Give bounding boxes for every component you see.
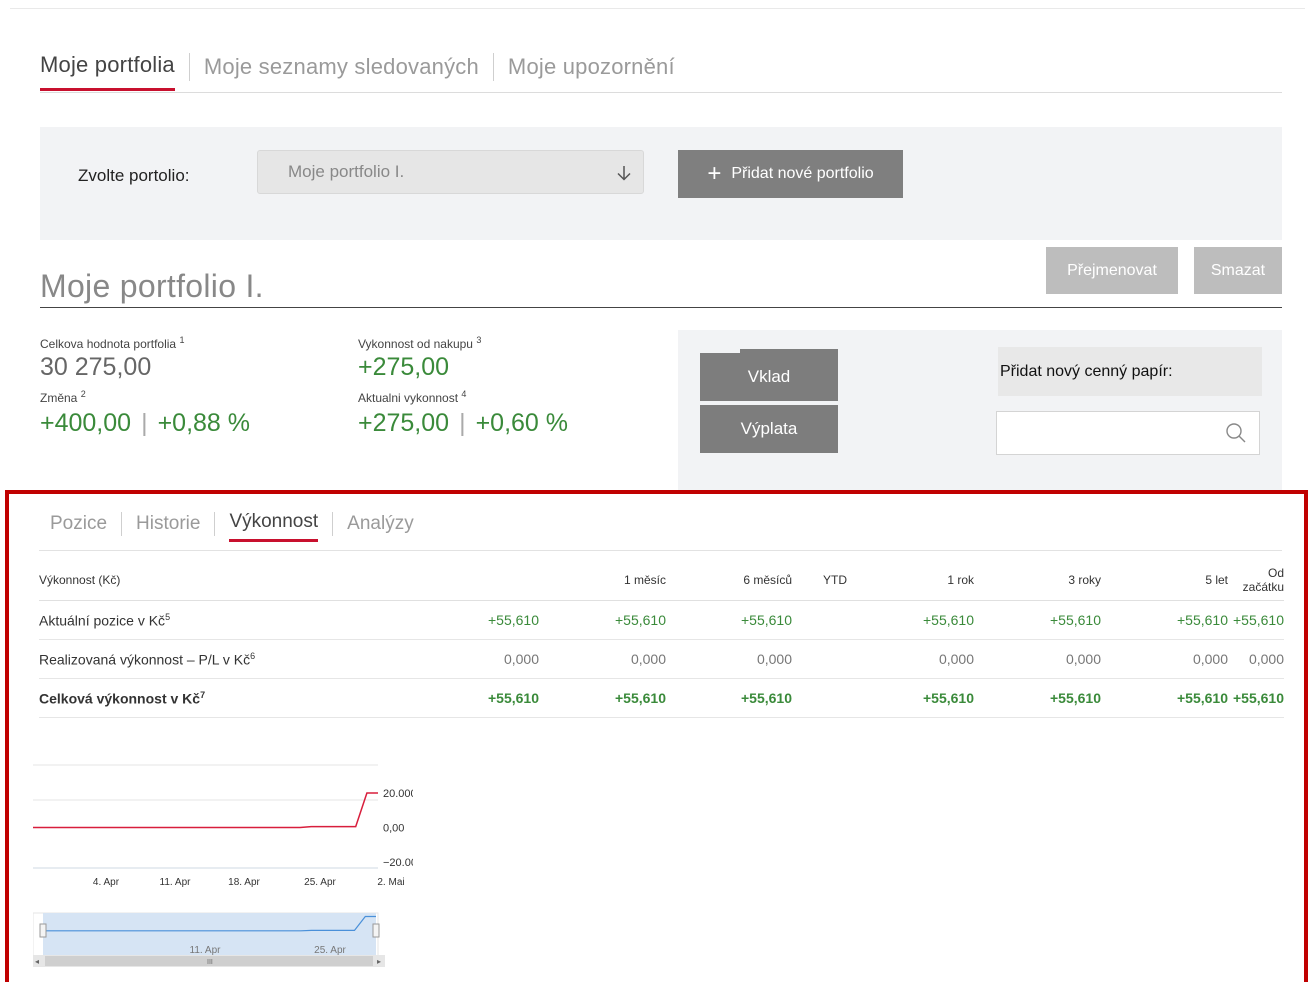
table-cell: 0,000 — [666, 639, 792, 679]
perf-purchase-label: Vykonnost od nakupu 3 — [358, 335, 482, 351]
x-tick-label: 18. Apr — [228, 877, 260, 888]
table-cell: 0,000 — [1101, 639, 1228, 679]
top-tabs: Moje portfolia Moje seznamy sledovaných … — [40, 52, 675, 91]
table-cell: 0,000 — [539, 639, 666, 679]
col-header: 6 měsíců — [666, 560, 792, 601]
deposit-button[interactable]: Vklad — [700, 353, 838, 401]
table-cell: 0,000 — [1228, 639, 1284, 679]
performance-table: Výkonnost (Kč) 1 měsíc 6 měsíců YTD 1 ro… — [39, 560, 1284, 718]
x-tick-label: 11. Apr — [160, 877, 192, 888]
total-value: 30 275,00 — [40, 353, 152, 381]
navigator-tick-label: 11. Apr — [190, 945, 222, 956]
tab-separator — [214, 511, 216, 536]
sub-tabs: Pozice Historie Výkonnost Analýzy — [50, 511, 414, 542]
navigator-handle-left[interactable] — [39, 923, 47, 938]
table-cell: +55,610 — [539, 600, 666, 640]
tab-separator — [121, 511, 123, 536]
col-header: 1 rok — [847, 560, 974, 601]
table-cell: +55,610 — [539, 678, 666, 718]
performance-chart: 20.000,0( 0,00 −20.000,( 4. Apr 11. Apr 18. … — [33, 764, 413, 967]
col-header: 5 let — [1101, 560, 1228, 601]
rename-button[interactable]: Přejmenovat — [1046, 247, 1178, 294]
row-label: Aktuální pozice v Kč5 — [39, 600, 419, 640]
col-header — [419, 560, 539, 601]
x-tick-label: 2. Mai — [377, 877, 404, 888]
change-label: Změna 2 — [40, 389, 86, 405]
portfolio-select[interactable]: Moje portfolio I. — [257, 150, 644, 194]
table-cell: +55,610 — [1101, 678, 1228, 718]
current-perf-label: Aktualni vykonnost 4 — [358, 389, 467, 405]
security-search-input[interactable] — [996, 411, 1260, 455]
series-line — [33, 792, 378, 829]
tab-pozice[interactable]: Pozice — [50, 513, 107, 541]
table-row: Realizovaná výkonnost – P/L v Kč6 0,000 … — [39, 639, 1284, 679]
col-header: 1 měsíc — [539, 560, 666, 601]
tab-moje-portfolia[interactable]: Moje portfolia — [40, 52, 175, 91]
col-header: YTD — [792, 560, 847, 601]
perf-purchase-value: +275,00 — [358, 353, 450, 381]
add-security-label: Přidat nový cenný papír: — [998, 347, 1262, 396]
scroll-grip-icon: III — [207, 959, 213, 966]
table-cell: 0,000 — [419, 639, 539, 679]
tab-moje-upozorneni[interactable]: Moje upozornění — [508, 54, 675, 90]
portfolio-title-underline — [40, 307, 1282, 308]
scroll-right-icon[interactable]: ▸ — [377, 957, 381, 966]
row-label: Realizovaná výkonnost – P/L v Kč6 — [39, 639, 419, 679]
tab-separator — [332, 511, 334, 536]
col-header: Výkonnost (Kč) — [39, 560, 419, 601]
table-cell: +55,610 — [419, 600, 539, 640]
total-value-label: Celkova hodnota portfolia 1 — [40, 335, 185, 351]
y-tick-label: −20.000,( — [383, 857, 413, 869]
table-cell: +55,610 — [974, 600, 1101, 640]
col-header: Od začátku — [1228, 560, 1284, 601]
tab-analyzy[interactable]: Analýzy — [347, 513, 414, 541]
col-header: 3 roky — [974, 560, 1101, 601]
table-cell: +55,610 — [792, 600, 974, 640]
table-cell: +55,610 — [419, 678, 539, 718]
x-axis-labels: 4. Apr 11. Apr 18. Apr 25. Apr 2. Mai — [93, 877, 405, 888]
portfolio-title: Moje portfolio I. — [40, 268, 264, 304]
table-cell: +55,610 — [1228, 678, 1284, 718]
tab-historie[interactable]: Historie — [136, 513, 200, 541]
tab-vykonnost[interactable]: Výkonnost — [229, 511, 319, 542]
y-tick-label: 0,00 — [383, 823, 404, 835]
table-cell: 0,000 — [974, 639, 1101, 679]
portfolio-select-label: Zvolte portolio: — [78, 166, 190, 185]
add-portfolio-label: Přidat nové portfolio — [731, 165, 874, 182]
plus-icon: + — [707, 160, 722, 187]
table-cell: 0,000 — [792, 639, 974, 679]
x-tick-label: 4. Apr — [93, 877, 120, 888]
table-cell: +55,610 — [792, 678, 974, 718]
table-cell: +55,610 — [666, 678, 792, 718]
current-perf-value: +275,00 | +0,60 % — [358, 409, 569, 437]
tab-separator — [492, 52, 494, 81]
table-cell: +55,610 — [1228, 600, 1284, 640]
tab-separator — [188, 52, 190, 81]
navigator-tick-label: 25. Apr — [314, 945, 346, 956]
portfolio-select-panel — [40, 127, 1282, 240]
tab-moje-seznamy[interactable]: Moje seznamy sledovaných — [204, 54, 479, 90]
add-portfolio-button[interactable]: + Přidat nové portfolio — [678, 150, 903, 198]
sub-tabs-underline — [39, 550, 1282, 551]
y-tick-label: 20.000,0( — [383, 788, 413, 800]
y-axis-labels: 20.000,0( 0,00 −20.000,( — [383, 788, 413, 869]
portfolio-select-value: Moje portfolio I. — [288, 162, 405, 181]
navigator-handle-right[interactable] — [372, 923, 380, 938]
table-cell: +55,610 — [974, 678, 1101, 718]
table-row: Aktuální pozice v Kč5 +55,610 +55,610 +5… — [39, 600, 1284, 640]
row-label: Celková výkonnost v Kč7 — [39, 678, 419, 718]
tabs-underline — [40, 92, 1282, 93]
change-value: +400,00 | +0,88 % — [40, 409, 251, 437]
table-cell: +55,610 — [1101, 600, 1228, 640]
table-header-row: Výkonnost (Kč) 1 měsíc 6 měsíců YTD 1 ro… — [39, 560, 1284, 601]
delete-button[interactable]: Smazat — [1194, 247, 1282, 294]
top-divider — [10, 8, 1305, 9]
table-cell: +55,610 — [666, 600, 792, 640]
x-tick-label: 25. Apr — [304, 877, 336, 888]
search-icon — [1225, 422, 1247, 449]
table-row: Celková výkonnost v Kč7 +55,610 +55,610 … — [39, 678, 1284, 718]
arrow-down-icon — [615, 164, 633, 187]
withdraw-button[interactable]: Výplata — [700, 405, 838, 453]
scroll-left-icon[interactable]: ◂ — [35, 957, 39, 966]
